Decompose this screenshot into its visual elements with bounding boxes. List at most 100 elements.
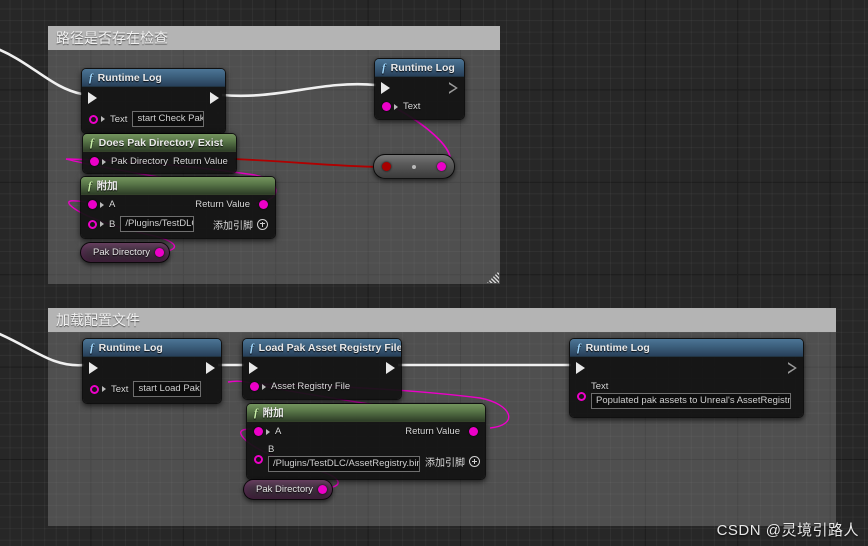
node-header[interactable]: f 附加	[81, 177, 275, 195]
pin-arrow-icon	[100, 201, 104, 208]
exec-out-pin[interactable]	[788, 362, 797, 374]
comment-title[interactable]: 路径是否存在检查	[48, 26, 500, 50]
pin-label: Text	[110, 113, 128, 125]
node-title: Runtime Log	[585, 341, 650, 354]
function-icon: f	[90, 341, 94, 354]
pin-row: Pak Directory Return Value	[83, 152, 236, 173]
exec-row	[243, 357, 401, 379]
node-compact-select[interactable]	[373, 154, 455, 179]
exec-row	[375, 77, 464, 99]
var-node-pak-directory-1[interactable]: Pak Directory	[80, 242, 170, 263]
node-runtime-log-load[interactable]: f Runtime Log Text start Load Pak...	[82, 338, 222, 404]
pin-row-a: A Return Value	[247, 422, 485, 441]
node-title: Load Pak Asset Registry File	[258, 341, 402, 354]
pin-b-stack: B /Plugins/TestDLC/AssetRegistry.bin	[268, 444, 420, 472]
pin-arrow-icon	[262, 383, 266, 390]
variable-output-pin[interactable]	[155, 248, 165, 257]
exec-out-pin[interactable]	[206, 362, 215, 374]
node-load-pak-asset-registry-file[interactable]: f Load Pak Asset Registry File Asset Reg…	[242, 338, 402, 400]
node-header[interactable]: f Runtime Log	[570, 339, 803, 357]
node-runtime-log-top-right[interactable]: f Runtime Log Text	[374, 58, 465, 120]
asset-registry-file-input-pin[interactable]	[250, 382, 259, 391]
variable-output-pin[interactable]	[318, 485, 328, 494]
pin-label-b: B	[109, 218, 116, 230]
pin-text-stack: Text Populated pak assets to Unreal's As…	[591, 381, 791, 409]
b-value-field[interactable]: /Plugins/TestDLC/AssetRegistry.bin	[268, 456, 420, 472]
node-header[interactable]: f Runtime Log	[375, 59, 464, 77]
exec-out-pin[interactable]	[386, 362, 395, 374]
pin-label-b: B	[268, 444, 275, 455]
pin-label: Text	[591, 381, 609, 392]
pin-arrow-icon	[394, 103, 398, 110]
node-header[interactable]: f Does Pak Directory Exist	[83, 134, 236, 152]
node-title: 附加	[262, 407, 284, 419]
b-value-field[interactable]: /Plugins/TestDLC	[120, 216, 195, 232]
node-title: 附加	[96, 180, 118, 192]
pin-arrow-icon	[100, 221, 104, 227]
pak-directory-input-pin[interactable]	[90, 157, 99, 166]
pin-arrow-icon	[101, 116, 105, 122]
exec-row	[83, 357, 221, 379]
exec-row	[82, 87, 225, 109]
exec-in-pin[interactable]	[88, 92, 97, 104]
pin-label-a: A	[275, 426, 282, 437]
text-input-pin[interactable]	[382, 102, 391, 111]
pin-label: Text	[403, 101, 421, 112]
pin-row-a: A Return Value	[81, 195, 275, 214]
text-input-pin[interactable]	[577, 392, 586, 401]
exec-in-pin[interactable]	[249, 362, 258, 374]
return-value-label: Return Value	[173, 156, 228, 167]
var-node-pak-directory-2[interactable]: Pak Directory	[243, 479, 333, 500]
input-pin-a[interactable]	[254, 427, 263, 436]
comment-title[interactable]: 加载配置文件	[48, 308, 836, 332]
node-header[interactable]: f Runtime Log	[83, 339, 221, 357]
node-runtime-log-check[interactable]: f Runtime Log Text start Check Pak...	[81, 68, 226, 134]
add-pin-button[interactable]: 添加引脚	[425, 454, 480, 469]
node-append-2[interactable]: f 附加 A Return Value B /Plugins/TestDLC/A…	[246, 403, 486, 480]
pin-row-text: Text start Check Pak...	[82, 109, 225, 133]
node-header[interactable]: f Load Pak Asset Registry File	[243, 339, 401, 357]
return-value-output-pin[interactable]	[259, 200, 268, 209]
pin-label: Pak Directory	[111, 156, 169, 167]
pin-label: Asset Registry File	[271, 381, 351, 392]
node-body: Asset Registry File	[243, 357, 401, 399]
node-title: Runtime Log	[390, 61, 455, 74]
input-pin-b[interactable]	[88, 219, 97, 229]
input-pin-a[interactable]	[88, 200, 97, 209]
pin-row-text: Text Populated pak assets to Unreal's As…	[570, 379, 803, 417]
pin-row-b: B /Plugins/TestDLC 添加引脚	[81, 214, 275, 234]
function-icon: f	[382, 61, 386, 74]
node-body: Text	[375, 77, 464, 119]
node-header[interactable]: f Runtime Log	[82, 69, 225, 87]
function-icon: f	[90, 136, 94, 149]
pin-arrow-icon	[266, 428, 270, 435]
pin-row-text: Text start Load Pak...	[83, 379, 221, 403]
exec-out-pin[interactable]	[210, 92, 219, 104]
text-value-field[interactable]: start Load Pak...	[133, 381, 202, 397]
return-value-label: Return Value	[405, 426, 460, 437]
function-icon: f	[250, 341, 254, 354]
function-icon: f	[254, 406, 258, 419]
compact-output-pin[interactable]	[437, 162, 446, 171]
exec-out-pin[interactable]	[449, 82, 458, 94]
return-value-output-pin[interactable]	[469, 427, 478, 436]
node-header[interactable]: f 附加	[247, 404, 485, 422]
node-body: Text start Check Pak...	[82, 87, 225, 133]
compact-input-pin[interactable]	[382, 162, 391, 171]
exec-in-pin[interactable]	[89, 362, 98, 374]
exec-in-pin[interactable]	[381, 82, 390, 94]
exec-in-pin[interactable]	[576, 362, 585, 374]
node-body: A Return Value B /Plugins/TestDLC 添加引脚	[81, 195, 275, 238]
node-does-pak-directory-exist[interactable]: f Does Pak Directory Exist Pak Directory…	[82, 133, 237, 174]
node-append-1[interactable]: f 附加 A Return Value B /Plugins/TestDLC 添…	[80, 176, 276, 239]
text-value-field[interactable]: start Check Pak...	[132, 111, 205, 127]
node-runtime-log-populated[interactable]: f Runtime Log Text Populated pak assets …	[569, 338, 804, 418]
input-pin-b[interactable]	[254, 455, 263, 464]
add-pin-button[interactable]: 添加引脚	[213, 217, 268, 232]
function-icon: f	[88, 179, 92, 192]
pin-label-a: A	[109, 199, 116, 210]
text-input-pin[interactable]	[89, 114, 98, 124]
blueprint-graph-canvas[interactable]: 路径是否存在检查 加载配置文件 f Runtime Log Text start…	[0, 0, 868, 546]
text-value-field[interactable]: Populated pak assets to Unreal's AssetRe…	[591, 393, 791, 409]
text-input-pin[interactable]	[90, 384, 99, 394]
